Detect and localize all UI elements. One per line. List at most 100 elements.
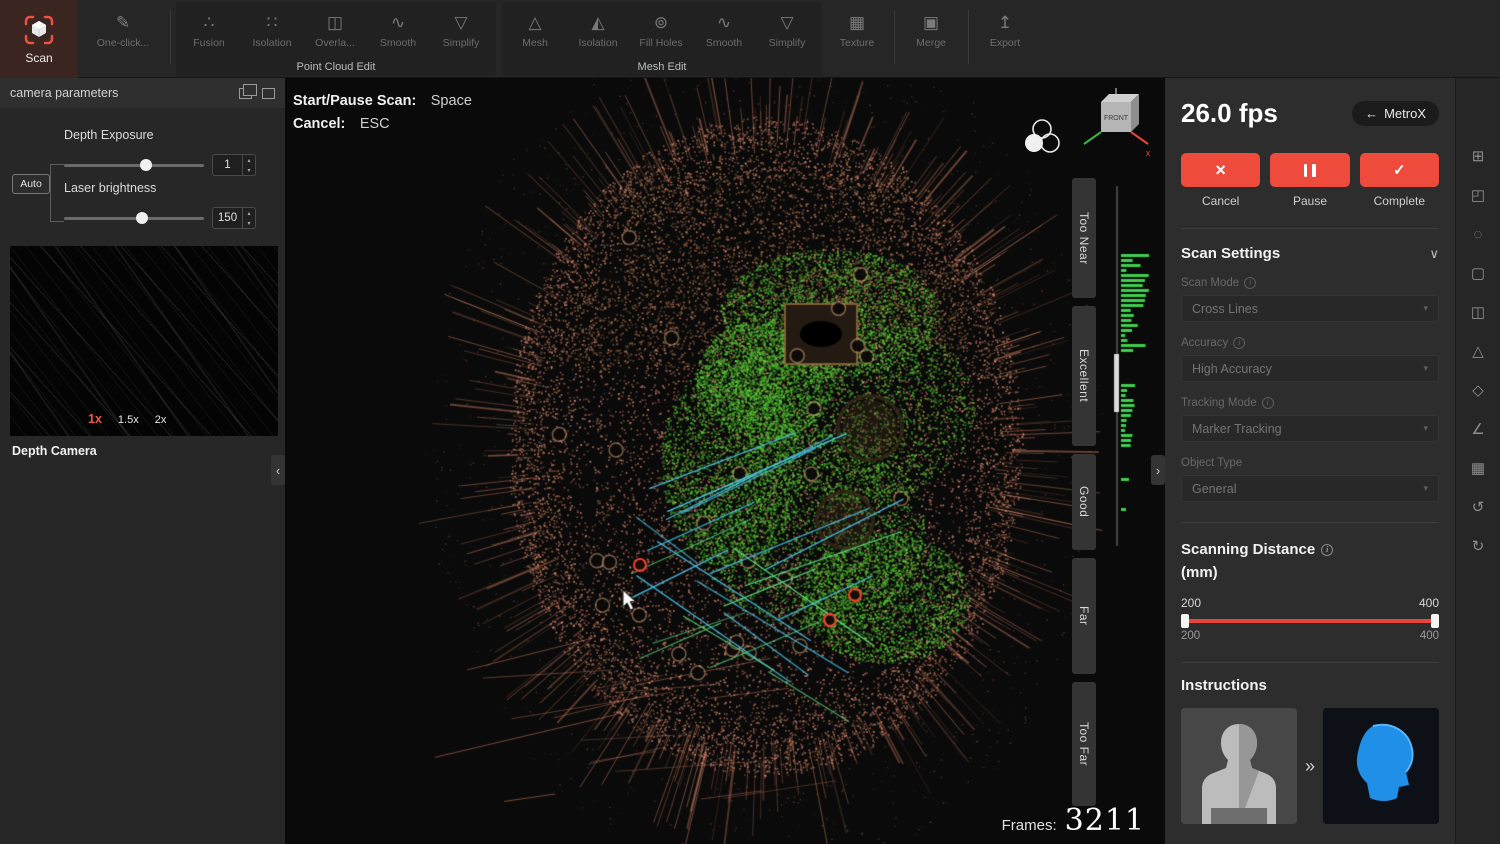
complete-scan-button[interactable]: ✓: [1360, 153, 1439, 187]
depth-exposure-slider[interactable]: [64, 158, 204, 172]
tab-scan[interactable]: Scan: [0, 0, 78, 78]
auto-exposure-button[interactable]: Auto: [12, 174, 50, 194]
depth-exposure-value[interactable]: 1: [213, 159, 242, 171]
mesh-view-icon[interactable]: △: [1464, 337, 1492, 365]
scan-control-panel: 26.0 fps ← MetroX × Cancel Pause: [1165, 78, 1455, 844]
info-icon[interactable]: [1321, 544, 1333, 556]
zoom-2x-button[interactable]: 2x: [155, 414, 167, 426]
gauge-label: Excellent: [1077, 349, 1091, 402]
range-handle-min[interactable]: [1181, 614, 1189, 628]
toolbar-button-mesh[interactable]: △ Mesh: [504, 4, 566, 58]
chevron-down-icon[interactable]: ∨: [1429, 246, 1439, 262]
fusion-icon: ∴: [204, 14, 215, 31]
plane-tool-icon[interactable]: ◇: [1464, 376, 1492, 404]
tracking-mode-select[interactable]: Marker Tracking ▾: [1181, 415, 1439, 442]
grid-toggle-icon[interactable]: ▦: [1464, 454, 1492, 482]
fusion-label: Fusion: [193, 37, 225, 49]
toolbar-button-merge[interactable]: ▣ Merge: [900, 4, 962, 58]
toolbar-button-mesh-simplify[interactable]: ▽ Simplify: [756, 4, 818, 58]
object-type-value: General: [1192, 482, 1236, 496]
info-icon[interactable]: [1233, 337, 1245, 349]
zoom-1x-button[interactable]: 1x: [88, 412, 102, 426]
laser-brightness-value-field[interactable]: 150 ▴ ▾: [212, 207, 256, 229]
view-cube[interactable]: FRONT x: [1078, 86, 1154, 166]
top-toolbar: Scan ✎ One-click... ∴ Fusion ∷ Isolation…: [0, 0, 1500, 78]
distance-histogram: [1097, 178, 1157, 698]
object-type-label: Object Type: [1181, 457, 1242, 469]
step-up-icon[interactable]: ▴: [243, 155, 255, 165]
left-panel-collapse-button[interactable]: ‹: [271, 455, 285, 485]
laser-brightness-slider[interactable]: [64, 211, 204, 225]
hint-start-label: Start/Pause Scan:: [293, 93, 416, 109]
zoom-1-5x-button[interactable]: 1.5x: [118, 414, 139, 426]
info-icon[interactable]: [1262, 397, 1274, 409]
step-down-icon[interactable]: ▾: [243, 218, 255, 228]
toolbar-button-texture[interactable]: ▦ Texture: [826, 4, 888, 58]
hint-start-value: Space: [431, 93, 472, 109]
caret-down-icon: ▾: [1423, 363, 1428, 374]
overlap-label: Overla...: [315, 37, 355, 49]
toolbar-button-pc-isolation[interactable]: ∷ Isolation: [241, 4, 303, 58]
toolbar-button-fill-holes[interactable]: ⊚ Fill Holes: [630, 4, 692, 58]
scan-mode-select[interactable]: Cross Lines ▾: [1181, 295, 1439, 322]
back-button-label: MetroX: [1384, 106, 1426, 121]
crop-icon[interactable]: ◰: [1464, 181, 1492, 209]
redo-icon[interactable]: ↻: [1464, 532, 1492, 560]
pause-scan-button[interactable]: [1270, 153, 1349, 187]
gauge-label: Too Near: [1077, 212, 1091, 265]
fit-view-icon[interactable]: ⊞: [1464, 142, 1492, 170]
cancel-label: Cancel: [1181, 194, 1260, 208]
group-label-mesh-edit: Mesh Edit: [502, 61, 822, 73]
scanning-distance-text: Scanning Distance: [1181, 541, 1315, 558]
split-view-icon[interactable]: ◫: [1464, 298, 1492, 326]
step-down-icon[interactable]: ▾: [243, 165, 255, 175]
view-cube-front-label: FRONT: [1104, 115, 1129, 122]
dock-window-icon[interactable]: [262, 88, 275, 99]
divider: [1181, 228, 1439, 229]
accuracy-select[interactable]: High Accuracy ▾: [1181, 355, 1439, 382]
lasso-select-icon[interactable]: ◌: [1464, 220, 1492, 248]
toolbar-button-mesh-isolation[interactable]: ◭ Isolation: [567, 4, 629, 58]
one-click-label: One-click...: [97, 37, 150, 49]
mesh-icon: △: [528, 14, 541, 31]
toolbar-separator: [170, 10, 171, 64]
info-icon[interactable]: [1244, 277, 1256, 289]
right-panel-collapse-button[interactable]: ›: [1151, 455, 1165, 485]
cancel-scan-button[interactable]: ×: [1181, 153, 1260, 187]
one-click-icon: ✎: [116, 14, 130, 31]
back-to-metrox-button[interactable]: ← MetroX: [1352, 101, 1439, 126]
scanning-distance-slider[interactable]: [1181, 613, 1439, 628]
color-trackball-icon[interactable]: [1020, 116, 1064, 158]
scan-mode-value: Cross Lines: [1192, 302, 1258, 316]
rect-select-icon[interactable]: ▢: [1464, 259, 1492, 287]
range-min-label: 200: [1181, 596, 1201, 610]
gauge-segment-too-far: Too Far: [1072, 682, 1096, 806]
smooth-icon: ∿: [391, 14, 405, 31]
hint-cancel-value: ESC: [360, 116, 390, 132]
step-up-icon[interactable]: ▴: [243, 208, 255, 218]
3d-viewport-canvas[interactable]: [285, 78, 1165, 844]
laser-brightness-value[interactable]: 150: [213, 212, 242, 224]
range-handle-max[interactable]: [1431, 614, 1439, 628]
toolbar-button-mesh-smooth[interactable]: ∿ Smooth: [693, 4, 755, 58]
depth-exposure-value-field[interactable]: 1 ▴ ▾: [212, 154, 256, 176]
toolbar-button-pc-simplify[interactable]: ▽ Simplify: [430, 4, 492, 58]
pause-label: Pause: [1270, 194, 1349, 208]
toolbar-button-overlap[interactable]: ◫ Overla...: [304, 4, 366, 58]
measure-angle-icon[interactable]: ∠: [1464, 415, 1492, 443]
laser-brightness-slider-knob[interactable]: [136, 212, 148, 224]
undo-icon[interactable]: ↺: [1464, 493, 1492, 521]
toolbar-button-one-click[interactable]: ✎ One-click...: [92, 4, 154, 58]
toolbar-button-pc-smooth[interactable]: ∿ Smooth: [367, 4, 429, 58]
depth-camera-preview: 1x 1.5x 2x: [10, 246, 278, 436]
toolbar-button-fusion[interactable]: ∴ Fusion: [178, 4, 240, 58]
float-window-icon[interactable]: [239, 88, 252, 99]
gauge-segment-good: Good: [1072, 454, 1096, 550]
pause-icon: [1304, 164, 1308, 177]
simplify-icon: ▽: [454, 14, 467, 31]
toolbar-button-export[interactable]: ↥ Export: [974, 4, 1036, 58]
fill-holes-label: Fill Holes: [639, 37, 682, 49]
object-type-select[interactable]: General ▾: [1181, 475, 1439, 502]
toolbar-group-point-cloud-edit: ∴ Fusion ∷ Isolation ◫ Overla... ∿ Smoot…: [176, 2, 496, 76]
depth-exposure-slider-knob[interactable]: [140, 159, 152, 171]
